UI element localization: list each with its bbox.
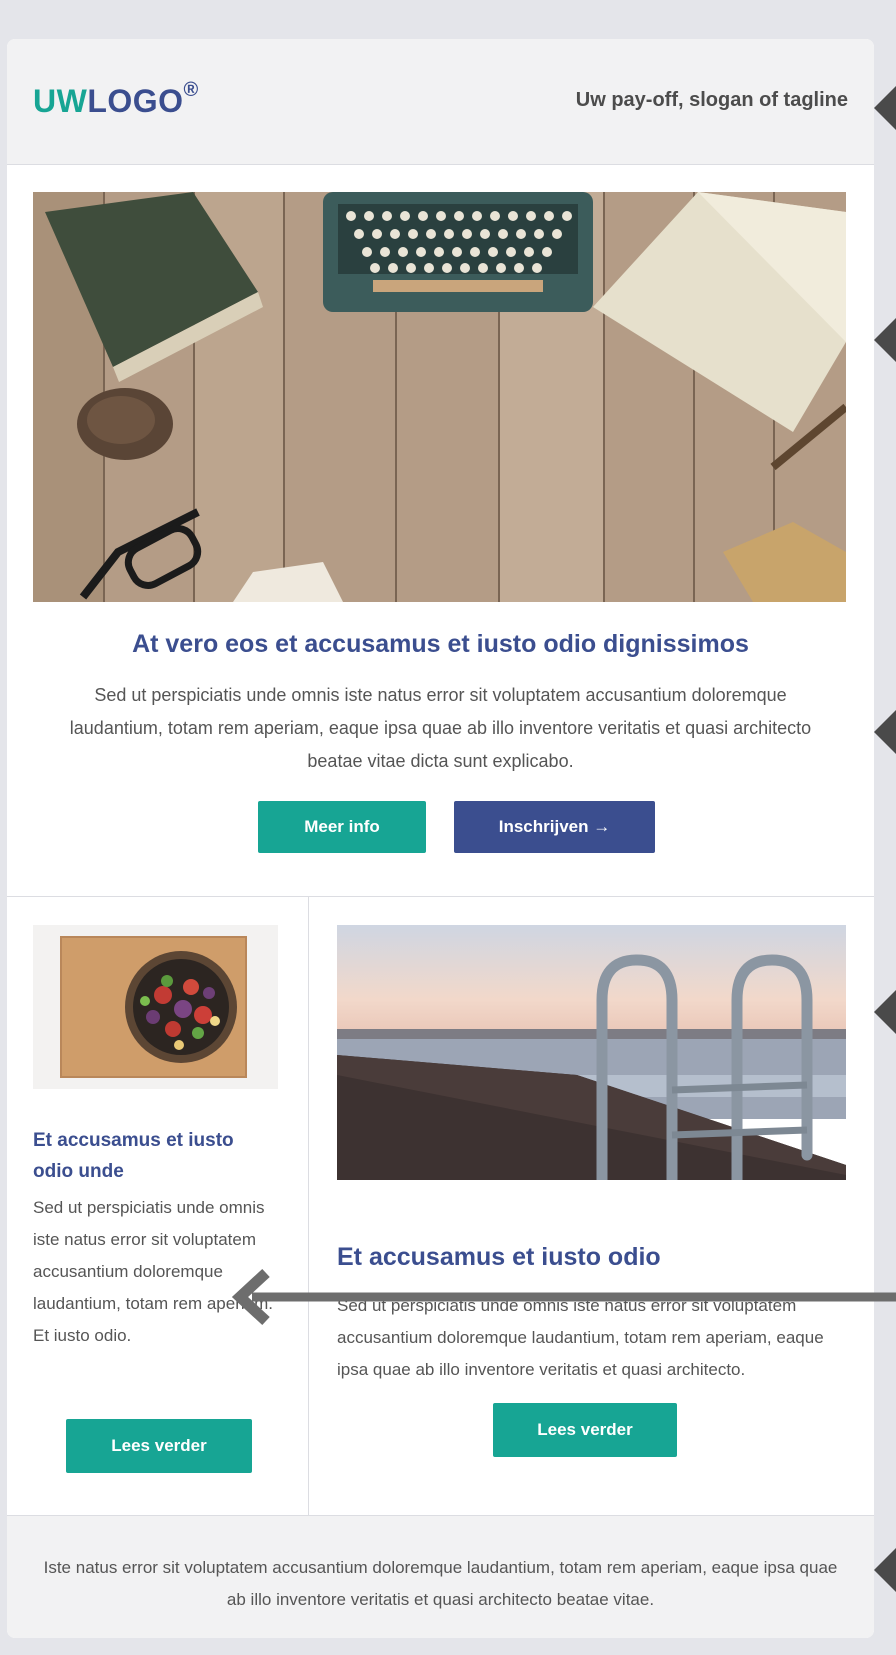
logo-part-logo: LOGO — [87, 83, 184, 119]
pine-cone-shape — [77, 388, 173, 460]
hero-text: Sed ut perspiciatis unde omnis iste natu… — [69, 685, 812, 771]
typewriter-shape — [323, 192, 593, 312]
email-header: UWLOGO® Uw pay-off, slogan of tagline — [7, 39, 874, 165]
hero-title: At vero eos et accusamus et iusto odio d… — [132, 630, 749, 658]
hero-image — [33, 192, 846, 602]
left-read-more-button[interactable]: Lees verder — [66, 1419, 252, 1473]
annotation-marker-icon — [874, 86, 896, 130]
meer-info-button[interactable]: Meer info — [258, 801, 426, 853]
section-divider — [7, 896, 874, 897]
left-column-title: Et accusamus et iusto odio unde — [33, 1130, 234, 1182]
annotation-marker-icon — [874, 710, 896, 754]
annotation-marker-icon — [874, 990, 896, 1034]
annotation-marker-icon — [874, 1548, 896, 1592]
registered-mark: ® — [183, 79, 199, 102]
footer-text: Iste natus error sit voluptatem accusant… — [43, 1558, 838, 1609]
inschrijven-button[interactable]: Inschrijven → — [454, 801, 655, 853]
left-column-image — [33, 925, 278, 1089]
email-template-card: UWLOGO® Uw pay-off, slogan of tagline At… — [7, 39, 874, 1638]
right-column-image — [337, 925, 846, 1180]
column-divider — [308, 897, 309, 1516]
annotation-marker-icon — [874, 318, 896, 362]
annotation-arrow-icon — [231, 1268, 896, 1326]
logo-part-uw: UW — [33, 83, 88, 119]
right-read-more-button[interactable]: Lees verder — [493, 1403, 677, 1457]
brand-logo[interactable]: UWLOGO® — [33, 79, 199, 120]
header-tagline: Uw pay-off, slogan of tagline — [575, 89, 848, 111]
